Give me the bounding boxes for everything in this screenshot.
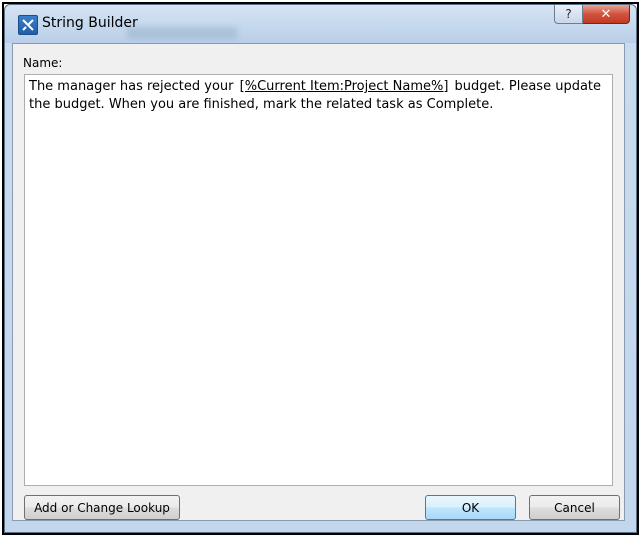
name-label: Name: — [23, 56, 63, 70]
background-ghost — [127, 27, 237, 39]
dialog-body: Name: The manager has rejected your [%Cu… — [12, 43, 625, 521]
title-bar[interactable]: String Builder ? ✕ — [5, 5, 636, 43]
help-icon[interactable]: ? — [554, 5, 583, 24]
text-before-lookup: The manager has rejected your — [29, 79, 238, 94]
string-builder-dialog: String Builder ? ✕ Name: The manager has… — [4, 4, 637, 533]
caption-buttons: ? ✕ — [554, 5, 630, 25]
add-or-change-lookup-button[interactable]: Add or Change Lookup — [24, 495, 180, 520]
lookup-token[interactable]: [%Current Item:Project Name%] — [238, 79, 451, 94]
close-icon[interactable]: ✕ — [583, 5, 630, 24]
name-textarea[interactable]: The manager has rejected your [%Current … — [24, 74, 613, 486]
cancel-button[interactable]: Cancel — [529, 495, 620, 520]
dialog-title: String Builder — [42, 15, 138, 31]
tools-icon — [18, 15, 38, 35]
ok-button[interactable]: OK — [425, 495, 516, 520]
